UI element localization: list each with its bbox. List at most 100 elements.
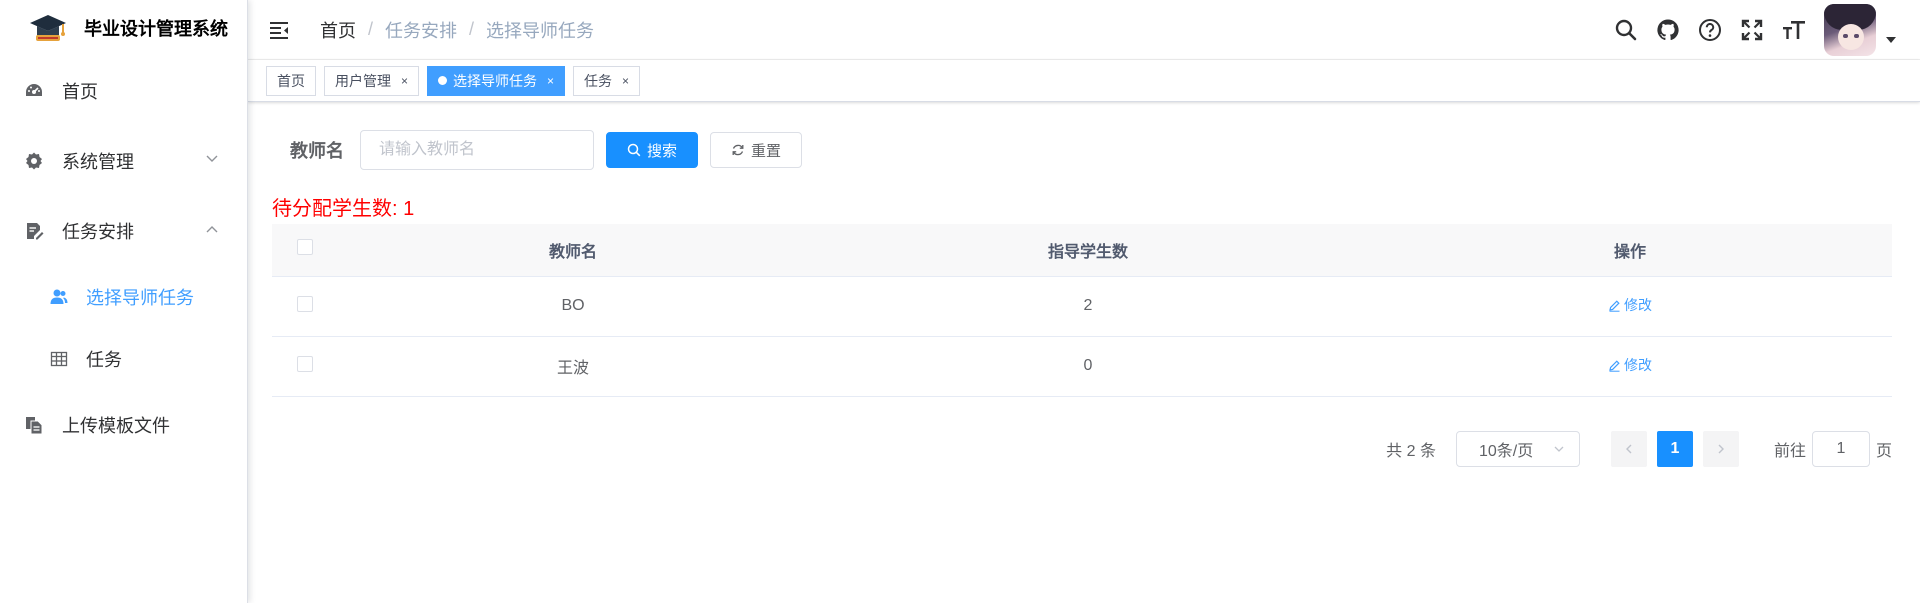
sidebar-item-label: 任务安排 [62,222,134,242]
student-count-cell: 2 [808,276,1368,337]
select-all-checkbox[interactable] [297,239,313,256]
breadcrumb-item-current: 选择导师任务 [486,20,595,41]
goto-suffix: 页 [1875,442,1892,460]
chevron-right-icon [1718,444,1724,453]
row-checkbox[interactable] [297,295,313,312]
breadcrumb-item-home[interactable]: 首页 [320,17,356,43]
tag-select-tutor-task[interactable]: 选择导师任务 × [427,65,566,96]
sidebar-item-upload-template[interactable]: 上传模板文件 [0,390,247,460]
select-all-cell [272,224,338,277]
reset-button-label: 重置 [751,142,782,160]
edit-icon [1609,360,1620,372]
search-button[interactable]: 搜索 [606,132,699,168]
close-icon[interactable]: × [547,74,554,88]
font-size-icon[interactable] [1782,18,1806,42]
sidebar-item-label: 首页 [62,82,98,102]
refresh-icon [732,144,744,156]
table-row: 王波 0 修改 [272,336,1892,397]
next-page-button[interactable] [1702,430,1739,467]
tag-label: 选择导师任务 [453,72,538,89]
column-header-actions: 操作 [1368,224,1892,277]
sidebar: 毕业设计管理系统 首页 系统管理 任务安排 选择导师任务 任务 上传模板文件 [0,0,248,603]
navbar-actions [1596,0,1896,60]
tag-task[interactable]: 任务 × [573,65,641,96]
sidebar-item-label: 系统管理 [62,152,134,172]
table-icon [50,351,68,367]
sidebar-item-home[interactable]: 首页 [0,56,247,126]
column-header-teacher[interactable]: 教师名 [338,224,808,277]
edit-button-label: 修改 [1624,357,1652,374]
teacher-table: 教师名 指导学生数 操作 BO 2 修改 王波 0 修改 [272,224,1892,397]
table-header-row: 教师名 指导学生数 操作 [272,224,1892,277]
sidebar-subitem-label: 选择导师任务 [86,288,194,308]
breadcrumb-item-tasks: 任务安排 [385,20,458,41]
help-icon[interactable] [1698,18,1722,42]
tag-label: 首页 [277,72,305,89]
edit-button[interactable]: 修改 [1608,355,1652,375]
caret-down-icon[interactable] [1886,37,1896,43]
search-icon[interactable] [1614,18,1638,42]
teacher-name-cell: 王波 [338,336,808,397]
breadcrumb: 首页 / 任务安排 / 选择导师任务 [320,17,594,43]
reset-button[interactable]: 重置 [710,132,803,168]
main-area: 首页 / 任务安排 / 选择导师任务 首页 用户管理 × 选择导师任务 × 任务… [248,0,1920,603]
pagination-total: 共 2 条 [1386,442,1436,460]
sidebar-subitem-task[interactable]: 任务 [0,328,247,390]
close-icon[interactable]: × [622,74,629,88]
actions-cell: 修改 [1368,276,1892,337]
search-form: 教师名 搜索 重置 [272,130,1892,170]
pagination-jumper: 前往 页 [1774,430,1892,467]
chevron-down-icon [1554,446,1564,452]
sidebar-item-system[interactable]: 系统管理 [0,126,247,196]
sidebar-subitem-select-tutor-task[interactable]: 选择导师任务 [0,266,247,328]
avatar[interactable] [1824,4,1876,56]
page-size-value: 10条/页 [1478,442,1534,460]
search-button-label: 搜索 [647,142,678,160]
teacher-name-input[interactable] [360,130,594,170]
logo[interactable]: 毕业设计管理系统 [0,0,247,56]
sidebar-subitem-label: 任务 [86,350,122,370]
close-icon[interactable]: × [401,74,408,88]
users-icon [50,289,68,304]
fullscreen-icon[interactable] [1740,18,1764,42]
chevron-down-icon [206,155,218,162]
goto-page-input[interactable] [1811,430,1870,467]
actions-cell: 修改 [1368,336,1892,397]
graduation-cap-icon [30,15,66,41]
table-row: BO 2 修改 [272,276,1892,337]
chevron-up-icon [206,226,218,233]
tag-user-management[interactable]: 用户管理 × [324,65,420,96]
teacher-name-cell: BO [338,276,808,337]
edit-button[interactable]: 修改 [1608,295,1652,315]
breadcrumb-separator: / [368,19,374,39]
teacher-name-label: 教师名 [290,141,344,161]
page-number-current[interactable]: 1 [1656,430,1693,467]
tag-label: 用户管理 [335,72,391,89]
row-checkbox[interactable] [297,355,313,372]
github-icon[interactable] [1656,18,1680,42]
app-root: 毕业设计管理系统 首页 系统管理 任务安排 选择导师任务 任务 上传模板文件 首… [0,0,1920,603]
sidebar-item-tasks[interactable]: 任务安排 [0,196,247,266]
breadcrumb-separator: / [469,19,475,39]
sidebar-item-label: 上传模板文件 [62,416,170,436]
active-dot-icon [438,76,448,85]
edit-icon [1609,300,1620,312]
student-count-cell: 0 [808,336,1368,397]
prev-page-button[interactable] [1610,430,1647,467]
row-select-cell [272,276,338,337]
app-title: 毕业设计管理系统 [84,19,228,39]
pending-students-count: 待分配学生数: 1 [272,198,415,220]
tag-home[interactable]: 首页 [266,65,316,96]
edit-button-label: 修改 [1624,297,1652,314]
copy-file-icon [26,417,43,435]
column-header-student-count[interactable]: 指导学生数 [808,224,1368,277]
tags-view: 首页 用户管理 × 选择导师任务 × 任务 × [248,60,1920,102]
menu-fold-icon[interactable] [268,19,290,41]
chevron-left-icon [1625,444,1632,453]
row-select-cell [272,336,338,397]
navbar: 首页 / 任务安排 / 选择导师任务 [248,0,1920,60]
pagination: 共 2 条 10条/页 1 前往 1 页 [272,430,1892,467]
page-size-select[interactable]: 10条/页 [1455,430,1580,467]
page-content: 教师名 搜索 重置 [248,102,1920,467]
dashboard-icon [26,84,42,96]
